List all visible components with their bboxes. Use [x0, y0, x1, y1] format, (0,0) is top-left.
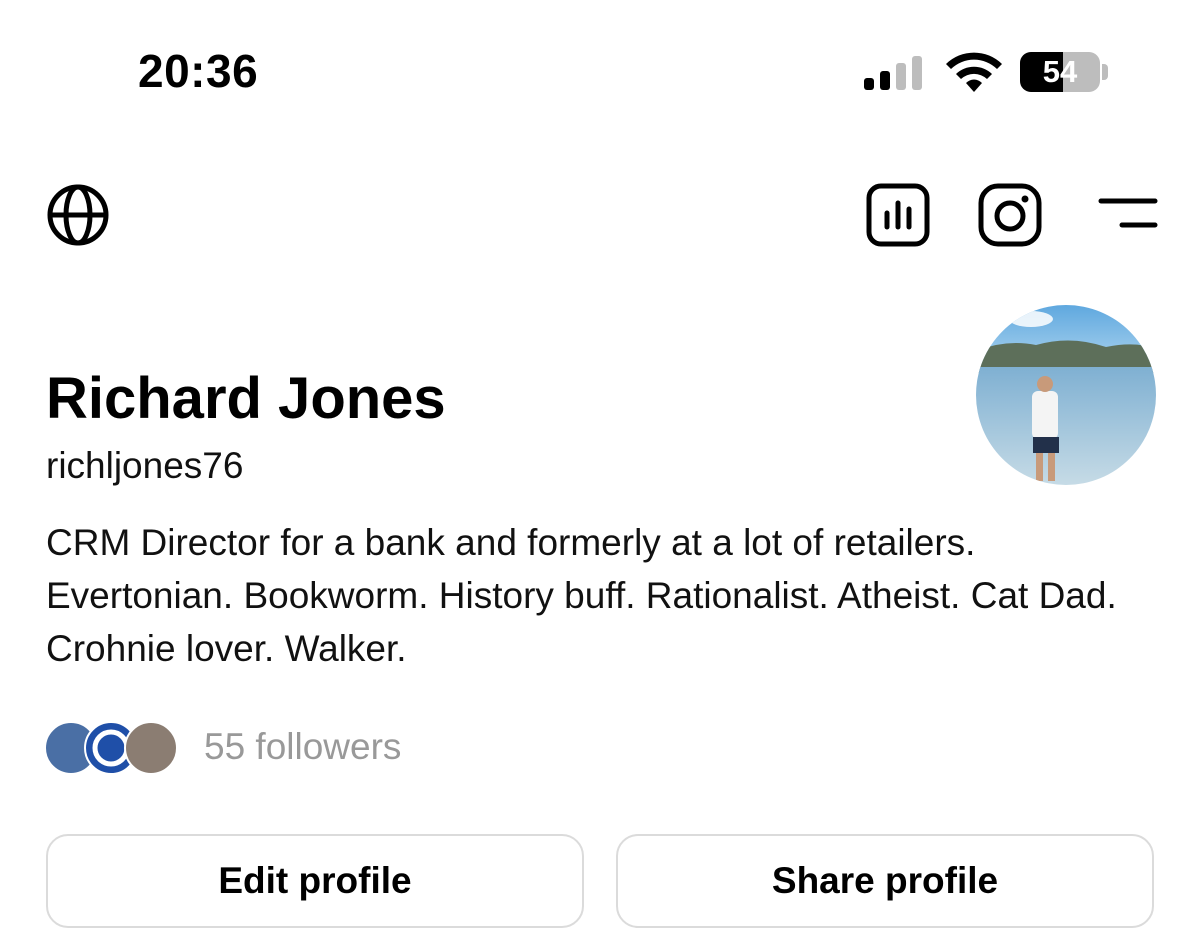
globe-icon[interactable]: [46, 183, 110, 247]
profile-name: Richard Jones: [46, 366, 446, 431]
instagram-icon[interactable]: [978, 183, 1042, 247]
share-profile-button[interactable]: Share profile: [616, 834, 1154, 928]
follower-avatars[interactable]: [44, 721, 178, 775]
profile-bio: CRM Director for a bank and formerly at …: [46, 522, 1117, 669]
wifi-icon: [946, 52, 1002, 92]
battery-level: 54: [1042, 54, 1078, 89]
insights-icon[interactable]: [866, 183, 930, 247]
avatar-photo: [976, 305, 1156, 485]
followers-count[interactable]: 55 followers: [204, 726, 401, 768]
status-time: 20:36: [138, 45, 259, 97]
follower-avatar: [124, 721, 178, 775]
cellular-signal-icon: [864, 56, 922, 90]
edit-profile-button[interactable]: Edit profile: [46, 834, 584, 928]
profile-username: richljones76: [46, 445, 244, 486]
battery-icon: 54: [1020, 52, 1100, 92]
menu-icon[interactable]: [1098, 196, 1158, 230]
battery-cap: [1102, 64, 1108, 80]
profile-avatar[interactable]: [976, 305, 1156, 485]
